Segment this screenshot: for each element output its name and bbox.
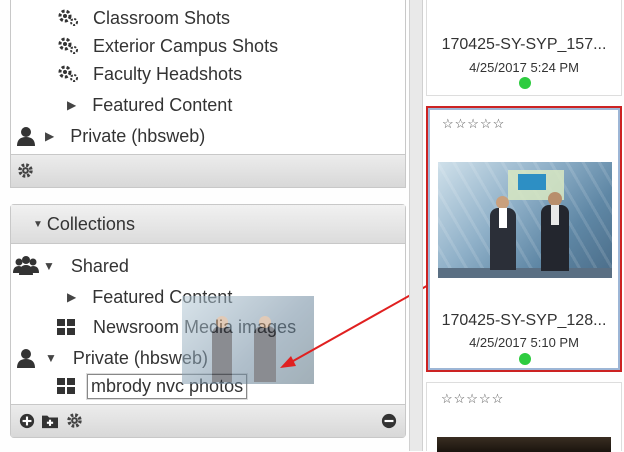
users-icon <box>13 256 39 275</box>
asset-thumbnail <box>437 437 611 452</box>
triangle-down-icon[interactable]: ▼ <box>45 351 57 365</box>
asset-filename: 170425-SY-SYP_128... <box>441 312 607 329</box>
tree-item-classroom-shots[interactable]: Classroom Shots <box>11 5 405 31</box>
asset-card-selected[interactable]: ☆☆☆☆☆ 170425-SY-SYP_128... 4/25/2017 5:1… <box>426 106 622 372</box>
collections-footer-toolbar <box>11 404 405 437</box>
tree-item-exterior-campus-shots[interactable]: Exterior Campus Shots <box>11 33 405 59</box>
add-circle-icon[interactable] <box>19 413 35 429</box>
tree-item-featured-content[interactable]: ▶ Featured Content <box>11 92 405 118</box>
collections-header[interactable]: ▼ Collections <box>11 205 405 244</box>
gears-icon <box>58 65 78 82</box>
gears-icon <box>58 37 78 54</box>
tree-item-label: Faculty Headshots <box>93 63 243 84</box>
collections-title: Collections <box>46 213 135 234</box>
user-icon <box>17 349 35 368</box>
tree-item-label: Classroom Shots <box>93 7 231 28</box>
tree-item-label: Exterior Campus Shots <box>93 35 279 56</box>
gear-icon[interactable] <box>17 162 34 179</box>
grid-icon <box>57 319 75 335</box>
grid-icon <box>57 378 75 394</box>
tree-item-private[interactable]: ▶ Private (hbsweb) <box>11 123 405 149</box>
gears-icon <box>58 9 78 26</box>
rating-stars[interactable]: ☆☆☆☆☆ <box>441 391 504 407</box>
gear-icon[interactable] <box>66 412 83 429</box>
asset-date: 4/25/2017 5:10 PM <box>469 335 579 350</box>
asset-card[interactable]: ☆☆☆☆☆ <box>426 382 622 452</box>
triangle-right-icon[interactable]: ▶ <box>45 129 54 143</box>
tree-footer-toolbar <box>11 154 405 187</box>
panel-splitter[interactable] <box>409 0 423 451</box>
triangle-right-icon[interactable]: ▶ <box>67 98 76 112</box>
tree-item-label: Featured Content <box>92 94 233 115</box>
triangle-down-icon[interactable]: ▼ <box>43 259 55 273</box>
folder-tree-panel: Classroom Shots Exterior Campus Shots Fa… <box>10 0 406 188</box>
status-dot <box>519 77 531 89</box>
remove-circle-icon[interactable] <box>381 413 397 429</box>
collection-item-label: Shared <box>70 255 129 276</box>
tree-item-faculty-headshots[interactable]: Faculty Headshots <box>11 61 405 87</box>
asset-thumbnail <box>438 162 612 278</box>
triangle-down-icon: ▼ <box>33 218 43 230</box>
status-dot <box>519 353 531 365</box>
asset-filename: 170425-SY-SYP_157... <box>441 36 607 53</box>
add-folder-icon[interactable] <box>40 413 60 429</box>
tree-item-label: Private (hbsweb) <box>70 125 206 146</box>
triangle-right-icon[interactable]: ▶ <box>67 290 76 304</box>
rating-stars[interactable]: ☆☆☆☆☆ <box>442 116 505 132</box>
asset-card[interactable]: 170425-SY-SYP_157... 4/25/2017 5:24 PM <box>426 0 622 96</box>
collection-item-shared[interactable]: ▼ Shared <box>11 253 405 279</box>
user-icon <box>17 127 35 146</box>
drag-ghost-image <box>182 296 314 384</box>
asset-date: 4/25/2017 5:24 PM <box>469 60 579 75</box>
